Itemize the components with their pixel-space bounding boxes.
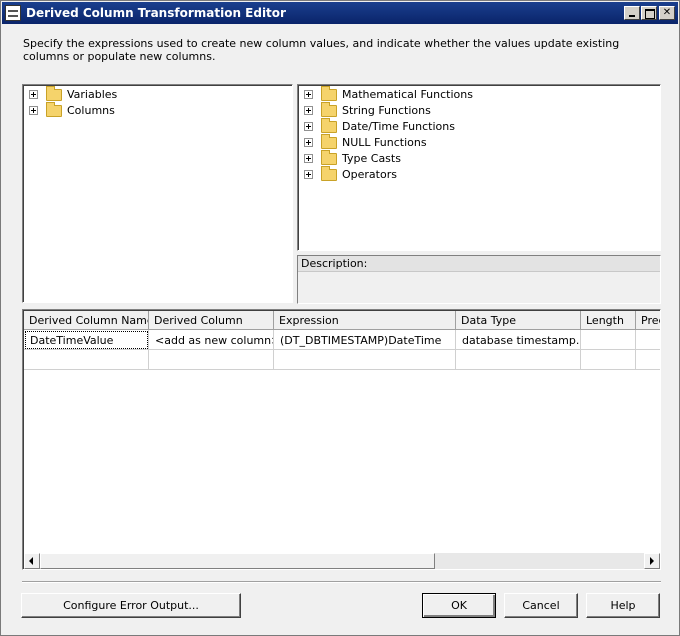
editor-app-icon [5,5,21,21]
cancel-button[interactable]: Cancel [504,593,578,618]
divider [22,581,661,583]
scrollbar-thumb[interactable] [40,553,435,569]
cell-derived-column[interactable]: <add as new column> [149,330,274,350]
derived-column-editor-window: Derived Column Transformation Editor ✕ S… [0,0,680,636]
expand-icon[interactable] [29,90,38,99]
derived-columns-grid[interactable]: Derived Column Name Derived Column Expre… [22,309,661,570]
expand-icon[interactable] [304,154,313,163]
ok-button[interactable]: OK [422,593,496,618]
folder-icon [46,86,62,101]
cell-precision[interactable] [636,330,660,350]
column-header-precision[interactable]: Prec [636,311,660,330]
close-button[interactable]: ✕ [659,6,675,20]
tree-node-label: String Functions [342,104,431,117]
scroll-right-arrow-icon[interactable] [644,553,660,569]
cell-length[interactable] [581,350,636,370]
folder-icon [321,166,337,181]
folder-icon [321,134,337,149]
scroll-left-arrow-icon[interactable] [24,553,40,569]
tree-node-label: Date/Time Functions [342,120,455,133]
cell-data-type[interactable] [456,350,581,370]
description-pane: Description: [297,255,661,304]
folder-icon [46,102,62,117]
expand-icon[interactable] [304,122,313,131]
variables-columns-tree[interactable]: Variables Columns [22,84,293,303]
instructions-text: Specify the expressions used to create n… [23,37,620,63]
expand-icon[interactable] [304,90,313,99]
tree-node-label: Operators [342,168,397,181]
tree-node-label: NULL Functions [342,136,427,149]
column-header-data-type[interactable]: Data Type [456,311,581,330]
maximize-button[interactable] [641,6,657,20]
configure-error-output-button[interactable]: Configure Error Output... [21,593,241,618]
column-header-expression[interactable]: Expression [274,311,456,330]
minimize-button[interactable] [624,6,640,20]
column-header-derived-column[interactable]: Derived Column [149,311,274,330]
column-header-length[interactable]: Length [581,311,636,330]
tree-node-label: Mathematical Functions [342,88,473,101]
expand-icon[interactable] [304,106,313,115]
column-header-derived-column-name[interactable]: Derived Column Name [24,311,149,330]
description-label: Description: [298,256,660,272]
cell-length[interactable] [581,330,636,350]
folder-icon [321,102,337,117]
title-bar[interactable]: Derived Column Transformation Editor ✕ [2,2,678,24]
expand-icon[interactable] [304,170,313,179]
help-button[interactable]: Help [586,593,660,618]
cell-derived-column[interactable] [149,350,274,370]
folder-icon [321,86,337,101]
window-title: Derived Column Transformation Editor [26,6,286,20]
tree-node-label: Type Casts [342,152,401,165]
cell-derived-column-name[interactable] [24,350,149,370]
functions-tree[interactable]: Mathematical Functions String Functions … [297,84,661,251]
cell-derived-column-name[interactable]: DateTimeValue [24,330,149,350]
tree-node-label: Columns [67,104,115,117]
horizontal-scrollbar[interactable] [24,553,660,569]
cell-precision[interactable] [636,350,660,370]
folder-icon [321,118,337,133]
expand-icon[interactable] [304,138,313,147]
expand-icon[interactable] [29,106,38,115]
folder-icon [321,150,337,165]
cell-expression[interactable] [274,350,456,370]
cell-expression[interactable]: (DT_DBTIMESTAMP)DateTime [274,330,456,350]
cell-data-type[interactable]: database timestamp... [456,330,581,350]
tree-node-label: Variables [67,88,118,101]
